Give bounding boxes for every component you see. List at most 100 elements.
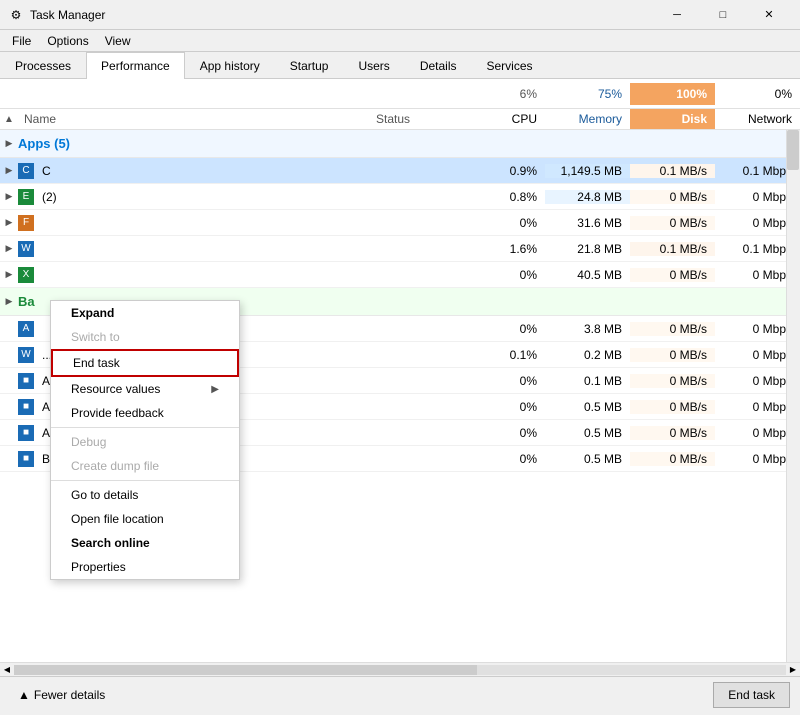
tab-processes[interactable]: Processes	[0, 52, 86, 79]
vertical-scrollbar[interactable]	[786, 130, 800, 662]
apps-expand-chevron[interactable]: ▶	[0, 138, 18, 149]
submenu-arrow: ▶	[211, 384, 219, 395]
row-expand-chevron[interactable]: ▶	[0, 243, 18, 254]
fewer-details-button[interactable]: ▲ Fewer details	[10, 684, 113, 706]
memory-percent: 75%	[545, 83, 630, 105]
name-sort-header[interactable]	[18, 90, 370, 98]
menu-file[interactable]: File	[4, 32, 39, 50]
col-disk-label[interactable]: Disk	[630, 109, 715, 129]
process-disk: 0 MB/s	[630, 400, 715, 414]
ctx-search-online[interactable]: Search online	[51, 531, 239, 555]
process-memory: 0.2 MB	[545, 348, 630, 362]
process-disk: 0 MB/s	[630, 216, 715, 230]
main-content: 6% 75% 100% 0% ▲ Name Status CPU Memory …	[0, 79, 800, 676]
ctx-go-to-details[interactable]: Go to details	[51, 483, 239, 507]
table-row[interactable]: ▶ E (2) 0.8% 24.8 MB 0 MB/s 0 Mbps	[0, 184, 800, 210]
col-status-label[interactable]: Status	[370, 109, 460, 129]
horizontal-scrollbar[interactable]: ◀ ▶	[0, 662, 800, 676]
fewer-details-label: Fewer details	[34, 688, 105, 702]
process-icon: ■	[18, 451, 34, 467]
process-name: (2)	[38, 190, 370, 204]
tab-startup[interactable]: Startup	[275, 52, 344, 79]
col-network-label[interactable]: Network	[715, 109, 800, 129]
ctx-end-task[interactable]: End task	[51, 349, 239, 377]
table-row[interactable]: ▶ C C 0.9% 1,149.5 MB 0.1 MB/s 0.1 Mbps	[0, 158, 800, 184]
col-memory-label[interactable]: Memory	[545, 109, 630, 129]
process-memory: 0.5 MB	[545, 400, 630, 414]
process-icon: F	[18, 215, 34, 231]
process-memory: 0.1 MB	[545, 374, 630, 388]
column-percent-row: 6% 75% 100% 0%	[0, 79, 800, 109]
ctx-properties[interactable]: Properties	[51, 555, 239, 579]
tab-users[interactable]: Users	[343, 52, 404, 79]
table-row[interactable]: ▶ F 0% 31.6 MB 0 MB/s 0 Mbps	[0, 210, 800, 236]
scroll-right-button[interactable]: ▶	[786, 663, 800, 677]
tab-app-history[interactable]: App history	[185, 52, 275, 79]
process-disk: 0 MB/s	[630, 322, 715, 336]
tab-bar: Processes Performance App history Startu…	[0, 52, 800, 79]
menu-view[interactable]: View	[97, 32, 139, 50]
process-cpu: 0.1%	[460, 348, 545, 362]
scrollbar-x-thumb[interactable]	[14, 665, 477, 675]
disk-percent: 100%	[630, 83, 715, 105]
process-disk: 0 MB/s	[630, 452, 715, 466]
table-row[interactable]: ▶ W 1.6% 21.8 MB 0.1 MB/s 0.1 Mbps	[0, 236, 800, 262]
scroll-left-button[interactable]: ◀	[0, 663, 14, 677]
ctx-expand[interactable]: Expand	[51, 301, 239, 325]
menu-options[interactable]: Options	[39, 32, 96, 50]
process-cpu: 0%	[460, 216, 545, 230]
close-button[interactable]: ✕	[746, 0, 792, 30]
process-icon: ■	[18, 399, 34, 415]
process-icon: ■	[18, 373, 34, 389]
col-cpu-label[interactable]: CPU	[460, 109, 545, 129]
process-disk: 0 MB/s	[630, 426, 715, 440]
status-bar: ▲ Fewer details End task	[0, 676, 800, 712]
row-expand-chevron[interactable]: ▶	[0, 165, 18, 176]
bg-expand-chevron[interactable]: ▶	[0, 296, 18, 307]
ctx-switch-to: Switch to	[51, 325, 239, 349]
process-memory: 0.5 MB	[545, 452, 630, 466]
row-expand-chevron[interactable]: ▶	[0, 217, 18, 228]
tab-performance[interactable]: Performance	[86, 52, 185, 79]
process-cpu: 0%	[460, 322, 545, 336]
scrollbar-x-track[interactable]	[14, 665, 786, 675]
col-name-label[interactable]: Name	[18, 109, 370, 129]
process-icon: A	[18, 321, 34, 337]
process-table: ▶ Apps (5) ▶ C C 0.9% 1,149.5 MB 0.1 MB/…	[0, 130, 800, 662]
apps-group-header: ▶ Apps (5)	[0, 130, 800, 158]
process-cpu: 0.8%	[460, 190, 545, 204]
ctx-open-file-location[interactable]: Open file location	[51, 507, 239, 531]
tab-details[interactable]: Details	[405, 52, 472, 79]
fewer-details-chevron: ▲	[18, 688, 30, 702]
status-left: ▲ Fewer details	[10, 684, 713, 706]
row-expand-chevron[interactable]: ▶	[0, 191, 18, 202]
process-cpu: 0%	[460, 374, 545, 388]
column-label-row: ▲ Name Status CPU Memory Disk Network	[0, 109, 800, 130]
ctx-create-dump: Create dump file	[51, 454, 239, 478]
end-task-button[interactable]: End task	[713, 682, 790, 708]
process-disk: 0.1 MB/s	[630, 164, 715, 178]
status-sort-header[interactable]	[370, 90, 460, 98]
process-memory: 21.8 MB	[545, 242, 630, 256]
row-expand-chevron[interactable]: ▶	[0, 269, 18, 280]
table-row[interactable]: ▶ X 0% 40.5 MB 0 MB/s 0 Mbps	[0, 262, 800, 288]
tab-services[interactable]: Services	[472, 52, 548, 79]
process-memory: 31.6 MB	[545, 216, 630, 230]
process-disk: 0 MB/s	[630, 348, 715, 362]
process-memory: 3.8 MB	[545, 322, 630, 336]
ctx-resource-values[interactable]: Resource values ▶	[51, 377, 239, 401]
minimize-button[interactable]: ─	[654, 0, 700, 30]
app-icon: ⚙	[8, 7, 24, 23]
process-disk: 0 MB/s	[630, 190, 715, 204]
ctx-provide-feedback[interactable]: Provide feedback	[51, 401, 239, 425]
process-icon: ■	[18, 425, 34, 441]
process-cpu: 1.6%	[460, 242, 545, 256]
apps-group-title: Apps (5)	[18, 134, 70, 153]
process-icon: E	[18, 189, 34, 205]
scrollbar-thumb[interactable]	[787, 130, 799, 170]
process-cpu: 0.9%	[460, 164, 545, 178]
menu-bar: File Options View	[0, 30, 800, 52]
process-memory: 0.5 MB	[545, 426, 630, 440]
maximize-button[interactable]: □	[700, 0, 746, 30]
title-bar: ⚙ Task Manager ─ □ ✕	[0, 0, 800, 30]
